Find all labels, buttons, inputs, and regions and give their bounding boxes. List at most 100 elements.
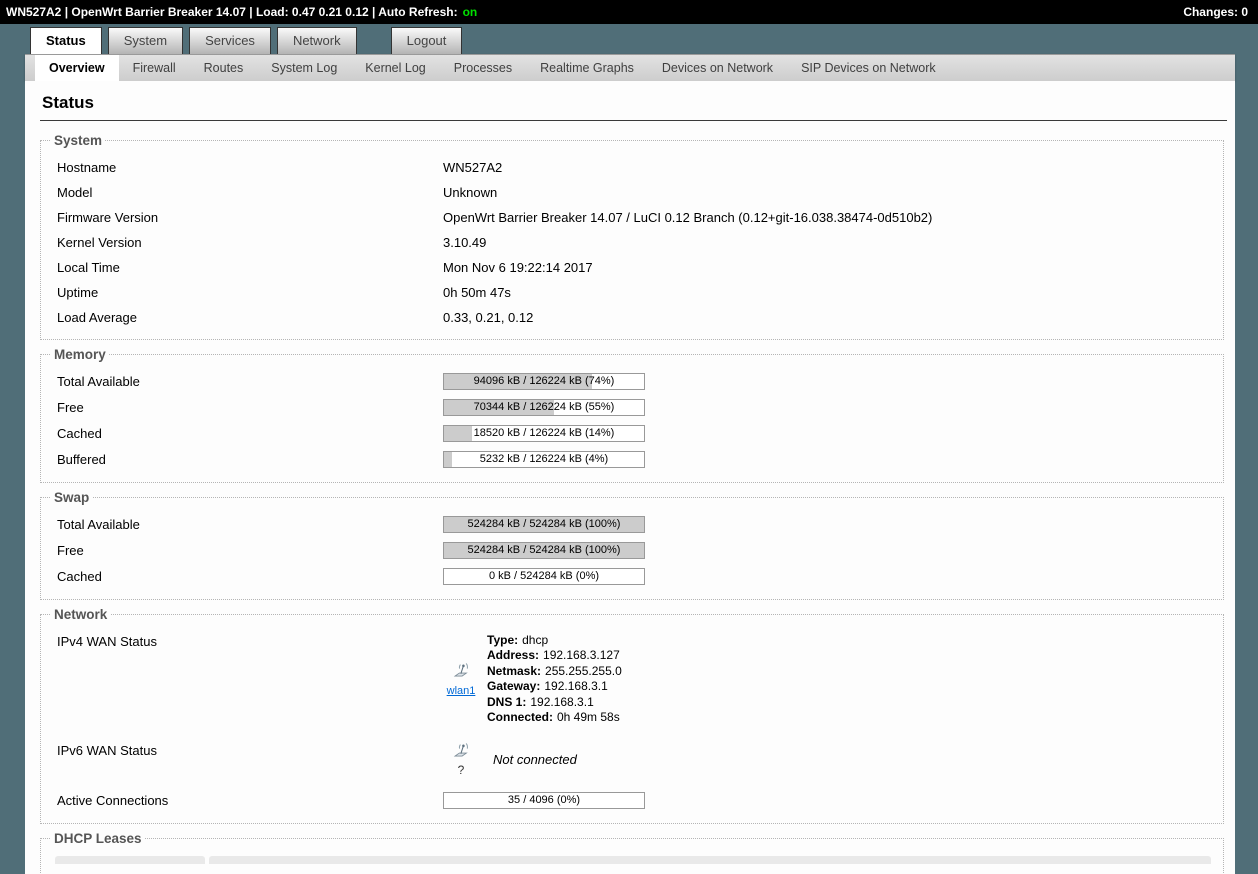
sub-tab-bar: Overview Firewall Routes System Log Kern…	[25, 54, 1235, 81]
ipv6-wan-status-block: ? Not connected	[443, 742, 577, 777]
progress-bar: 35 / 4096 (0%)	[443, 791, 645, 809]
table-row: Free 70344 kB / 126224 kB (55%)	[55, 394, 1211, 420]
tab-logout[interactable]: Logout	[390, 27, 463, 54]
tab-services[interactable]: Services	[189, 27, 271, 54]
table-row: Kernel Version 3.10.49	[55, 229, 1211, 254]
ipv4-wan-status-block: wlan1 Type: dhcp Address: 192.168.3.127 Ne…	[443, 633, 622, 726]
section-dhcp-leases: DHCP Leases	[40, 831, 1224, 874]
table-header-cell	[209, 856, 1211, 864]
row-label: Uptime	[57, 284, 99, 300]
wireless-signal-unknown-icon	[453, 743, 470, 762]
tab-network[interactable]: Network	[276, 27, 357, 54]
progress-bar: 5232 kB / 126224 kB (4%)	[443, 450, 645, 468]
row-label: Hostname	[57, 159, 117, 175]
subtab-system-log[interactable]: System Log	[257, 55, 351, 81]
row-label: Active Connections	[57, 792, 169, 808]
row-label: Free	[57, 542, 84, 558]
main-tab-bar: Status System Services Network Logout	[0, 24, 1258, 54]
ipv4-details: Type: dhcp Address: 192.168.3.127 Netmask:…	[487, 633, 622, 726]
subtab-devices-on-network[interactable]: Devices on Network	[648, 55, 787, 81]
section-legend: Memory	[54, 347, 106, 362]
progress-bar: 94096 kB / 126224 kB (74%)	[443, 372, 645, 390]
table-row: Free 524284 kB / 524284 kB (100%)	[55, 537, 1211, 563]
table-row: Firmware Version OpenWrt Barrier Breaker…	[55, 204, 1211, 229]
detail-line: Gateway: 192.168.3.1	[487, 679, 608, 693]
unknown-interface-label: ?	[457, 763, 465, 777]
row-label: Firmware Version	[57, 209, 159, 225]
dhcp-table-header-sliver	[55, 856, 1211, 864]
page-title: Status	[40, 91, 1227, 121]
section-legend: DHCP Leases	[54, 831, 142, 846]
row-label: Total Available	[57, 516, 140, 532]
row-label: Load Average	[57, 309, 137, 325]
table-row: Total Available 94096 kB / 126224 kB (74…	[55, 368, 1211, 394]
row-value: Unknown	[443, 184, 498, 200]
wireless-signal-icon	[453, 662, 470, 682]
tab-status[interactable]: Status	[30, 27, 102, 54]
progress-text: 35 / 4096 (0%)	[507, 793, 581, 806]
table-row: Local Time Mon Nov 6 19:22:14 2017	[55, 254, 1211, 279]
auto-refresh-toggle[interactable]: on	[463, 5, 478, 19]
subtab-overview[interactable]: Overview	[35, 55, 119, 81]
header-bar: WN527A2 | OpenWrt Barrier Breaker 14.07 …	[0, 0, 1258, 24]
progress-bar: 0 kB / 524284 kB (0%)	[443, 567, 645, 585]
row-value: 3.10.49	[443, 234, 487, 250]
table-row: Buffered 5232 kB / 126224 kB (4%)	[55, 446, 1211, 472]
row-value: OpenWrt Barrier Breaker 14.07 / LuCI 0.1…	[443, 209, 933, 225]
section-memory: Memory Total Available 94096 kB / 126224…	[40, 347, 1224, 483]
subtab-sip-devices-on-network[interactable]: SIP Devices on Network	[787, 55, 950, 81]
changes-indicator[interactable]: Changes: 0	[1183, 5, 1248, 19]
row-label: Total Available	[57, 373, 140, 389]
wan-interface-link[interactable]: wlan1	[447, 685, 476, 697]
section-legend: System	[54, 133, 103, 148]
subtab-processes[interactable]: Processes	[440, 55, 526, 81]
row-label: Kernel Version	[57, 234, 142, 250]
interface-badge: ?	[443, 742, 479, 777]
table-row: Hostname WN527A2	[55, 154, 1211, 179]
table-row: Active Connections 35 / 4096 (0%)	[55, 787, 1211, 813]
table-row: Uptime 0h 50m 47s	[55, 279, 1211, 304]
progress-text: 0 kB / 524284 kB (0%)	[488, 569, 600, 582]
row-label: Free	[57, 399, 84, 415]
section-legend: Network	[54, 607, 108, 622]
row-label: Model	[57, 184, 93, 200]
row-value: 0h 50m 47s	[443, 284, 511, 300]
row-label: Cached	[57, 425, 102, 441]
progress-bar: 524284 kB / 524284 kB (100%)	[443, 541, 645, 559]
header-status-text: WN527A2 | OpenWrt Barrier Breaker 14.07 …	[6, 5, 477, 19]
section-legend: Swap	[54, 490, 90, 505]
section-network: Network IPv4 WAN Status wlan1 Type: dhcp…	[40, 607, 1224, 824]
progress-text: 524284 kB / 524284 kB (100%)	[467, 517, 621, 530]
progress-text: 18520 kB / 126224 kB (14%)	[473, 426, 615, 439]
subtab-kernel-log[interactable]: Kernel Log	[351, 55, 439, 81]
main-content: Status System Hostname WN527A2 Model Unk…	[25, 81, 1235, 874]
detail-line: Netmask: 255.255.255.0	[487, 663, 622, 678]
table-row: Cached 18520 kB / 126224 kB (14%)	[55, 420, 1211, 446]
progress-bar: 524284 kB / 524284 kB (100%)	[443, 515, 645, 533]
row-label: IPv4 WAN Status	[57, 633, 157, 649]
ipv6-status-text: Not connected	[493, 752, 577, 767]
subtab-routes[interactable]: Routes	[190, 55, 258, 81]
table-header-cell	[55, 856, 205, 864]
progress-text: 524284 kB / 524284 kB (100%)	[467, 543, 621, 556]
progress-text: 5232 kB / 126224 kB (4%)	[479, 452, 609, 465]
table-row: Cached 0 kB / 524284 kB (0%)	[55, 563, 1211, 589]
progress-bar: 18520 kB / 126224 kB (14%)	[443, 424, 645, 442]
progress-text: 94096 kB / 126224 kB (74%)	[473, 374, 615, 387]
table-row: Total Available 524284 kB / 524284 kB (1…	[55, 511, 1211, 537]
progress-bar: 70344 kB / 126224 kB (55%)	[443, 398, 645, 416]
row-value: 0.33, 0.21, 0.12	[443, 309, 534, 325]
detail-line: DNS 1: 192.168.3.1	[487, 694, 594, 709]
header-left-text: WN527A2 | OpenWrt Barrier Breaker 14.07 …	[6, 5, 458, 19]
section-system: System Hostname WN527A2 Model Unknown Fi…	[40, 133, 1224, 340]
tab-system[interactable]: System	[107, 27, 184, 54]
row-label: Local Time	[57, 259, 120, 275]
section-swap: Swap Total Available 524284 kB / 524284 …	[40, 490, 1224, 600]
detail-line: Type: dhcp	[487, 632, 549, 647]
subtab-realtime-graphs[interactable]: Realtime Graphs	[526, 55, 648, 81]
detail-line: Address: 192.168.3.127	[487, 648, 620, 662]
subtab-firewall[interactable]: Firewall	[119, 55, 190, 81]
row-label: IPv6 WAN Status	[57, 743, 157, 758]
table-row: Model Unknown	[55, 179, 1211, 204]
row-label: Cached	[57, 568, 102, 584]
